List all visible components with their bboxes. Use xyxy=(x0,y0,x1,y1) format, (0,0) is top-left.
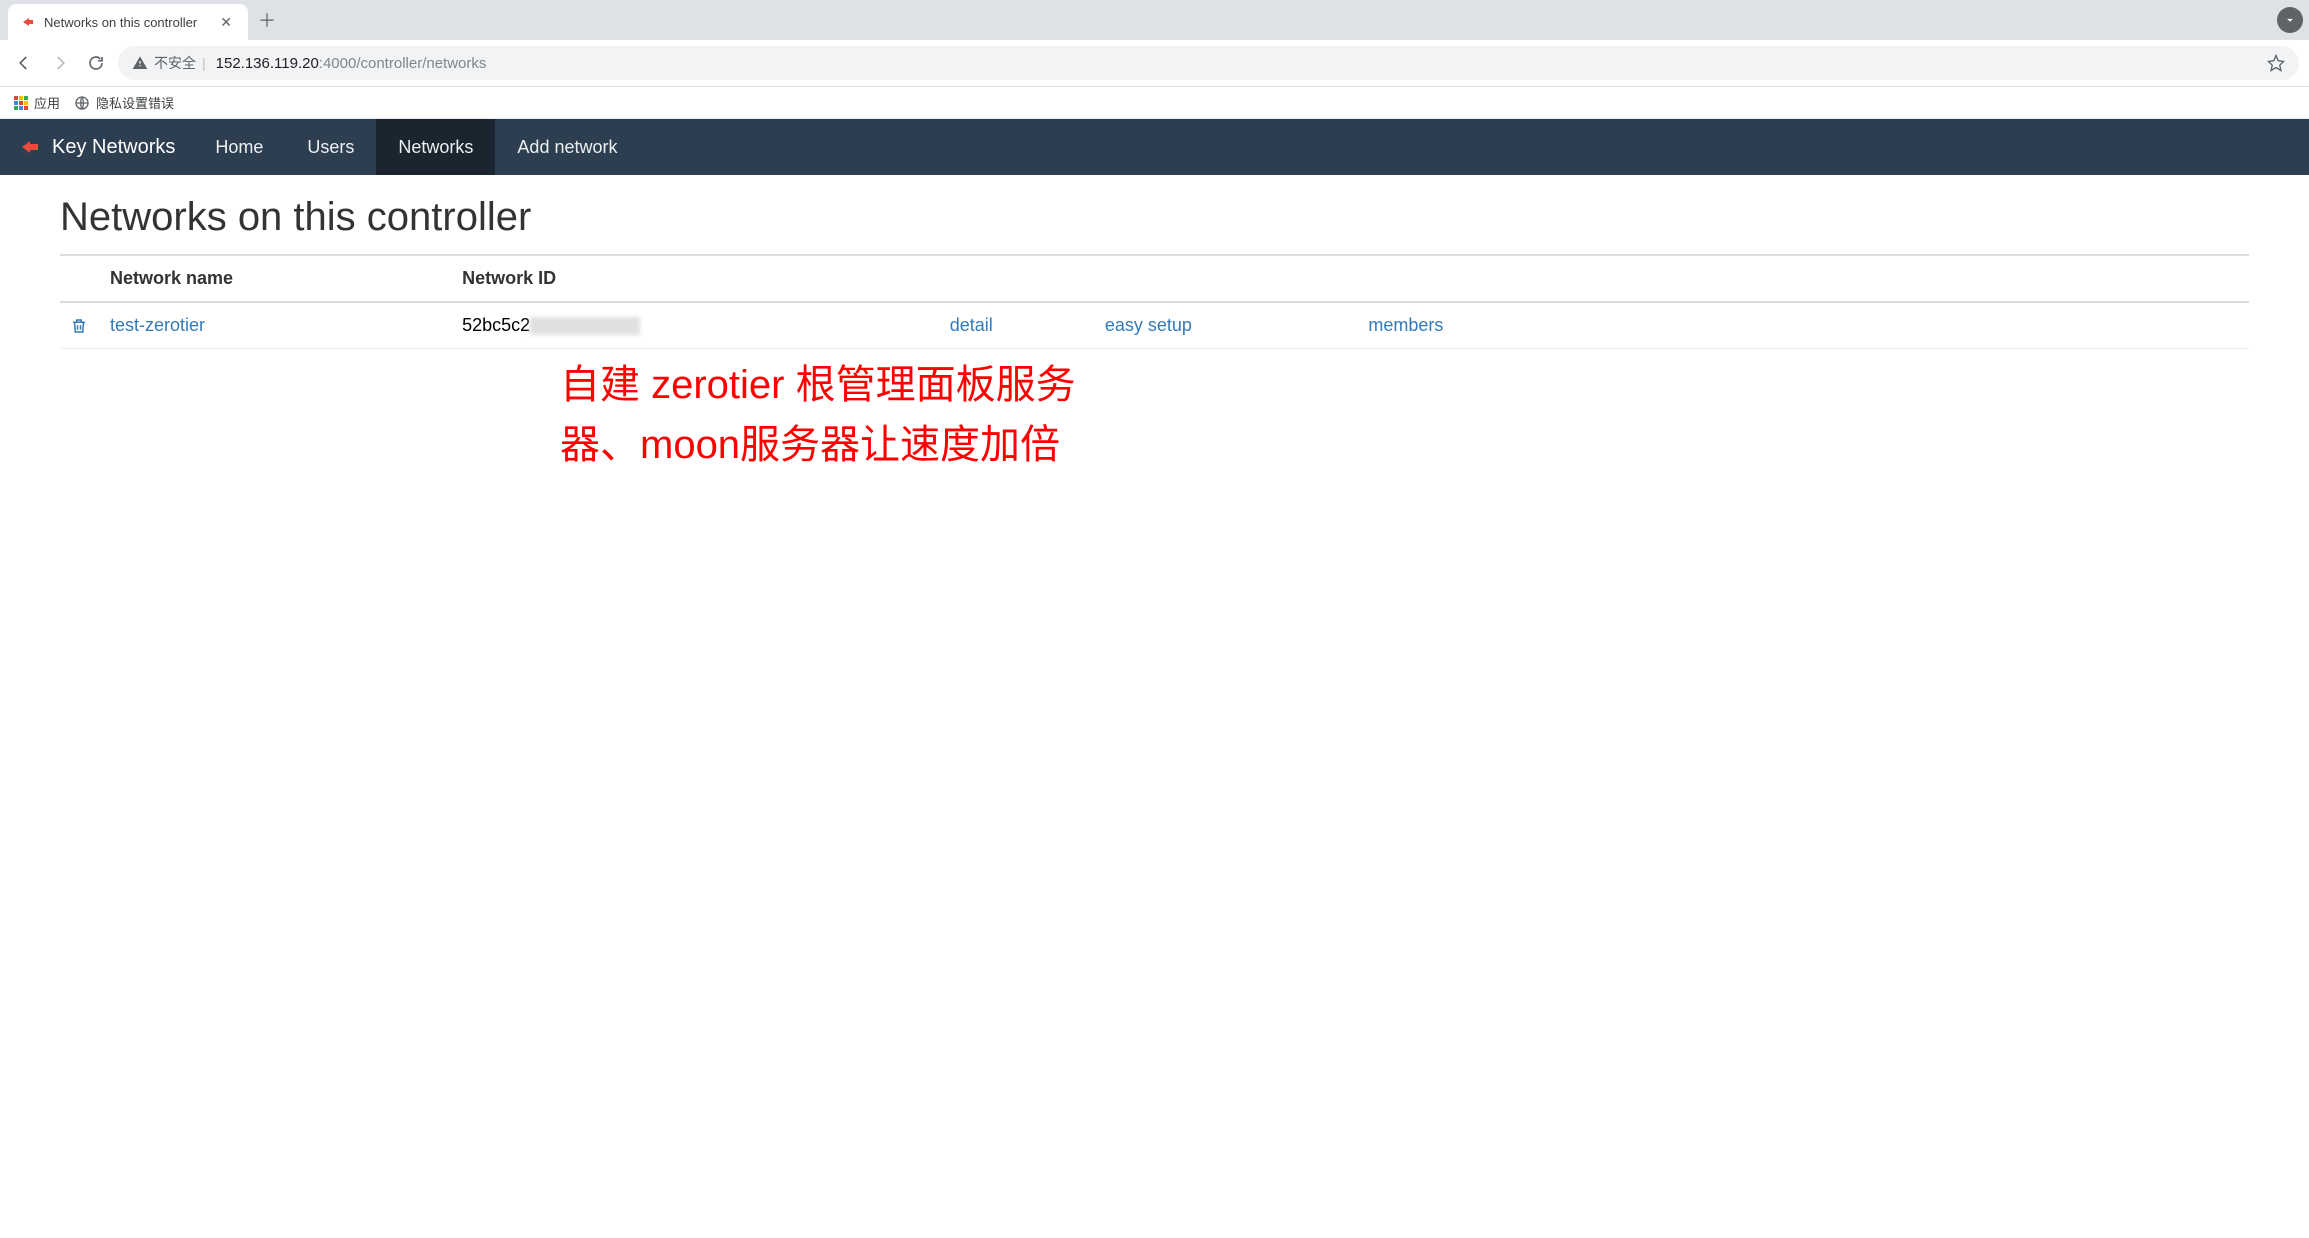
members-link[interactable]: members xyxy=(1368,315,1443,335)
networks-table: Network name Network ID test-zerotier 52… xyxy=(60,254,2249,349)
delete-icon[interactable] xyxy=(70,316,90,336)
nav-add-network[interactable]: Add network xyxy=(495,119,639,175)
security-label: 不安全 xyxy=(154,53,196,73)
favicon-icon xyxy=(20,14,36,30)
reload-button[interactable] xyxy=(82,49,110,77)
app-navbar: Key Networks Home Users Networks Add net… xyxy=(0,119,2309,175)
page-title: Networks on this controller xyxy=(60,195,2249,240)
apps-label: 应用 xyxy=(34,93,60,112)
nav-home[interactable]: Home xyxy=(193,119,285,175)
bookmark-label: 隐私设置错误 xyxy=(96,93,174,112)
browser-tab[interactable]: Networks on this controller ✕ xyxy=(8,4,248,40)
bookmark-star-icon[interactable] xyxy=(2267,54,2285,72)
apps-grid-icon xyxy=(14,96,28,110)
browser-chrome: Networks on this controller ✕ ＋ 不安全 | 15… xyxy=(0,0,2309,119)
network-name-link[interactable]: test-zerotier xyxy=(110,315,205,335)
col-network-id: Network ID xyxy=(452,255,940,302)
brand[interactable]: Key Networks xyxy=(0,135,193,159)
page-content: Networks on this controller Network name… xyxy=(0,175,2309,369)
detail-link[interactable]: detail xyxy=(950,315,993,335)
browser-toolbar: 不安全 | 152.136.119.20:4000/controller/net… xyxy=(0,40,2309,87)
separator: | xyxy=(202,55,206,71)
back-button[interactable] xyxy=(10,49,38,77)
warning-icon xyxy=(132,55,148,71)
redacted-id xyxy=(530,317,640,335)
apps-shortcut[interactable]: 应用 xyxy=(14,93,60,112)
col-network-name: Network name xyxy=(100,255,452,302)
tab-strip: Networks on this controller ✕ ＋ xyxy=(0,0,2309,40)
annotation-overlay: 自建 zerotier 根管理面板服务 器、moon服务器让速度加倍 xyxy=(560,355,1076,475)
address-bar[interactable]: 不安全 | 152.136.119.20:4000/controller/net… xyxy=(118,46,2299,80)
profile-button[interactable] xyxy=(2277,7,2303,33)
network-id-cell: 52bc5c2 xyxy=(452,302,940,349)
easy-setup-link[interactable]: easy setup xyxy=(1105,315,1192,335)
nav-users[interactable]: Users xyxy=(285,119,376,175)
tab-title: Networks on this controller xyxy=(44,15,208,30)
nav-links: Home Users Networks Add network xyxy=(193,119,639,175)
globe-icon xyxy=(74,95,90,111)
table-row: test-zerotier 52bc5c2 detail easy setup … xyxy=(60,302,2249,349)
tab-close-icon[interactable]: ✕ xyxy=(216,12,236,33)
security-indicator[interactable]: 不安全 | xyxy=(132,53,206,73)
nav-networks[interactable]: Networks xyxy=(376,119,495,175)
bookmark-privacy-error[interactable]: 隐私设置错误 xyxy=(74,93,174,112)
new-tab-button[interactable]: ＋ xyxy=(248,3,286,37)
brand-logo-icon xyxy=(18,135,42,159)
bookmarks-bar: 应用 隐私设置错误 xyxy=(0,87,2309,119)
forward-button[interactable] xyxy=(46,49,74,77)
url-text: 152.136.119.20:4000/controller/networks xyxy=(216,55,2257,72)
brand-text: Key Networks xyxy=(52,136,175,159)
